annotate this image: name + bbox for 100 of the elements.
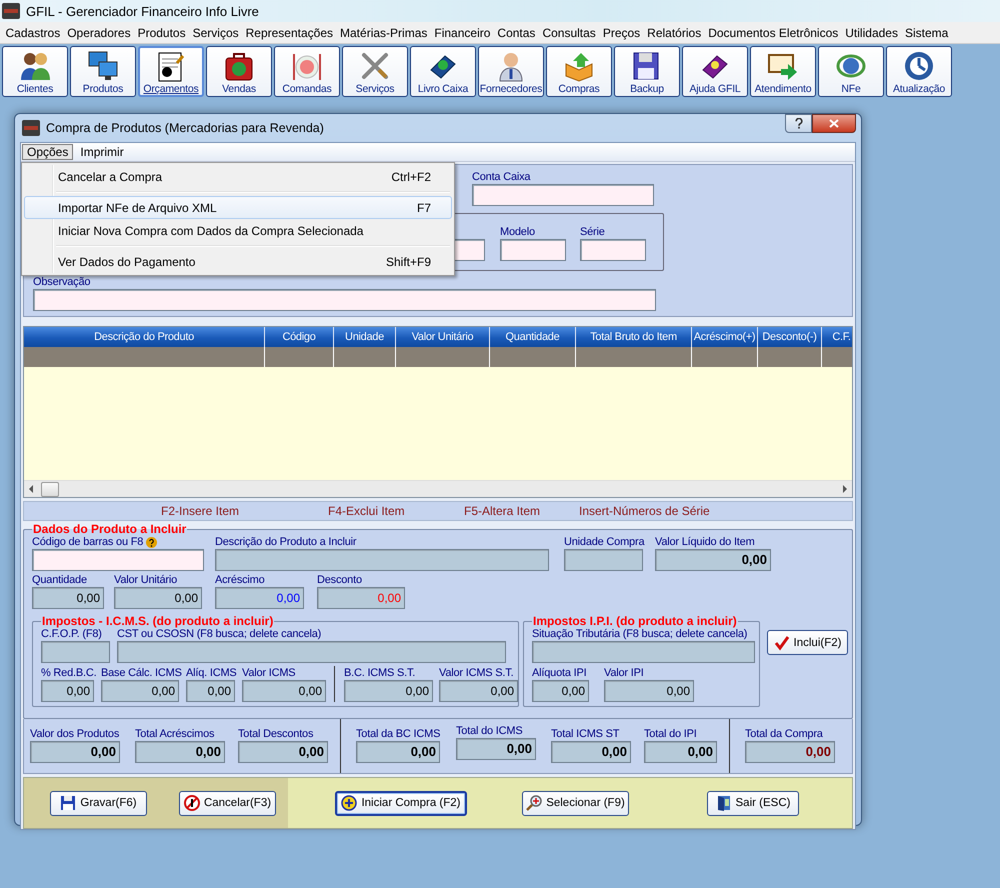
field-label: B.C. ICMS S.T. bbox=[344, 666, 416, 680]
field-label: Alíq. ICMS bbox=[186, 666, 237, 680]
group-title: Dados do Produto a Incluir bbox=[32, 523, 188, 535]
toolbar-button[interactable]: Orçamentos bbox=[138, 46, 204, 97]
toolbar-button[interactable]: Clientes bbox=[2, 46, 68, 97]
field-label: Quantidade bbox=[32, 573, 87, 587]
field-label: Valor IPI bbox=[604, 666, 644, 680]
input-field[interactable] bbox=[33, 289, 656, 311]
field-label: C.F.O.P. (F8) bbox=[41, 628, 102, 641]
box-icon bbox=[563, 50, 595, 82]
toolbar-button[interactable]: Produtos bbox=[70, 46, 136, 97]
people-icon bbox=[19, 50, 51, 82]
menu-item[interactable]: Serviços bbox=[189, 26, 242, 40]
input-field: 0,00 bbox=[439, 680, 518, 702]
toolbar-button[interactable]: Atualização bbox=[886, 46, 952, 97]
menu-item[interactable]: Relatórios bbox=[644, 26, 705, 40]
toolbar-button[interactable]: Vendas bbox=[206, 46, 272, 97]
input-field: 0,00 bbox=[238, 741, 328, 763]
toolbar-button[interactable]: Backup bbox=[614, 46, 680, 97]
door-icon bbox=[716, 795, 732, 811]
push-button[interactable]: Inclui(F2) bbox=[767, 630, 848, 655]
menu-item[interactable]: Preços bbox=[599, 26, 644, 40]
shortcut-hint: F5-Altera Item bbox=[464, 504, 540, 518]
bag-icon bbox=[223, 50, 255, 82]
field-label: Valor Unitário bbox=[114, 573, 178, 587]
menu-item[interactable]: Cancelar a Compra Ctrl+F2 bbox=[24, 165, 452, 188]
field-label: Total ICMS ST bbox=[551, 727, 620, 741]
magnifier-icon bbox=[526, 795, 542, 811]
field-label: Valor dos Produtos bbox=[30, 727, 120, 741]
push-button[interactable]: Selecionar (F9) bbox=[522, 790, 629, 816]
input-field: 0,00 bbox=[242, 680, 326, 702]
close-button[interactable] bbox=[812, 114, 856, 133]
field-label: Código de barras ou F8 bbox=[32, 535, 144, 549]
plus-icon bbox=[341, 795, 358, 811]
push-button[interactable]: Cancelar(F3) bbox=[179, 790, 276, 816]
input-field: 0,00 bbox=[114, 587, 202, 609]
menu-item[interactable]: Sistema bbox=[901, 26, 952, 40]
menu-item[interactable]: Produtos bbox=[134, 26, 190, 40]
help-button[interactable] bbox=[785, 114, 812, 133]
check-icon bbox=[774, 634, 790, 650]
field-label: Valor ICMS S.T. bbox=[439, 666, 514, 680]
field-label: CST ou CSOSN (F8 busca; delete cancela) bbox=[117, 628, 322, 641]
input-field: 0,00 bbox=[101, 680, 179, 702]
input-field: 0,00 bbox=[456, 738, 536, 760]
input-field[interactable] bbox=[500, 239, 566, 261]
input-field[interactable] bbox=[32, 549, 204, 571]
toolbar-button[interactable]: Livro Caixa bbox=[410, 46, 476, 97]
input-field[interactable] bbox=[580, 239, 646, 261]
menu-item[interactable]: Ver Dados do Pagamento Shift+F9 bbox=[24, 250, 452, 273]
toolbar-button[interactable]: Fornecedores bbox=[478, 46, 544, 97]
menu-item[interactable]: Iniciar Nova Compra com Dados da Compra Selecionada bbox=[24, 219, 452, 242]
menu-item[interactable]: Opções bbox=[22, 144, 74, 160]
menu-item[interactable]: Contas bbox=[494, 26, 539, 40]
toolbar-button[interactable]: NFe bbox=[818, 46, 884, 97]
toolbar-button[interactable]: Serviços bbox=[342, 46, 408, 97]
push-button[interactable]: Iniciar Compra (F2) bbox=[335, 790, 467, 816]
field-label: Desconto bbox=[317, 573, 362, 587]
toolbar-button[interactable]: Ajuda GFIL bbox=[682, 46, 748, 97]
group-title: Impostos - I.C.M.S. (do produto a incluir) bbox=[41, 615, 274, 627]
menu-item[interactable]: Matérias-Primas bbox=[336, 26, 431, 40]
field-label: Acréscimo bbox=[215, 573, 265, 587]
menu-item[interactable]: Operadores bbox=[64, 26, 134, 40]
field-label: Valor Líquido do Item bbox=[655, 535, 755, 549]
field-label: Descrição do Produto a Incluir bbox=[215, 535, 356, 549]
menu-item[interactable]: Financeiro bbox=[430, 26, 494, 40]
field-label: Total Acréscimos bbox=[135, 727, 214, 741]
shortcut-hint: Insert-Números de Série bbox=[579, 504, 710, 518]
toolbar-button[interactable]: Compras bbox=[546, 46, 612, 97]
menu-item[interactable]: Imprimir bbox=[75, 144, 129, 160]
field-label: Modelo bbox=[500, 225, 535, 239]
input-field: 0,00 bbox=[32, 587, 104, 609]
menu-item[interactable]: Cadastros bbox=[2, 26, 64, 40]
field-label: Situação Tributária (F8 busca; delete cancela) bbox=[532, 628, 748, 641]
tools-icon bbox=[359, 50, 391, 82]
dial-icon bbox=[903, 50, 935, 82]
toolbar-button[interactable]: Atendimento bbox=[750, 46, 816, 97]
horizontal-scrollbar[interactable] bbox=[24, 480, 852, 497]
input-field: 0,00 bbox=[551, 741, 631, 763]
input-field: 0,00 bbox=[317, 587, 405, 609]
menu-item[interactable]: Documentos Eletrônicos bbox=[704, 26, 842, 40]
help-icon bbox=[794, 118, 802, 129]
input-field[interactable] bbox=[472, 184, 654, 206]
field-label: Base Cálc. ICMS bbox=[101, 666, 182, 680]
field-label: % Red.B.C. bbox=[41, 666, 96, 680]
menu-item[interactable]: Utilidades bbox=[842, 26, 902, 40]
menu-item[interactable]: Consultas bbox=[538, 26, 600, 40]
push-button[interactable]: Gravar(F6) bbox=[50, 790, 147, 816]
input-field: 0,00 bbox=[532, 680, 589, 702]
monitors-icon bbox=[87, 50, 119, 82]
menu-item[interactable]: Representações bbox=[242, 26, 337, 40]
input-field: 0,00 bbox=[135, 741, 225, 763]
menu-item[interactable]: Importar NFe de Arquivo XML F7 bbox=[24, 196, 452, 219]
toolbar-button[interactable]: Comandas bbox=[274, 46, 340, 97]
close-icon bbox=[829, 119, 839, 128]
input-field: 0,00 bbox=[186, 680, 235, 702]
push-button[interactable]: Sair (ESC) bbox=[707, 790, 799, 816]
field-label: Alíquota IPI bbox=[532, 666, 586, 680]
field-label: Valor ICMS bbox=[242, 666, 296, 680]
field-label: Total da BC ICMS bbox=[356, 727, 440, 741]
app-logo-icon bbox=[2, 3, 20, 19]
